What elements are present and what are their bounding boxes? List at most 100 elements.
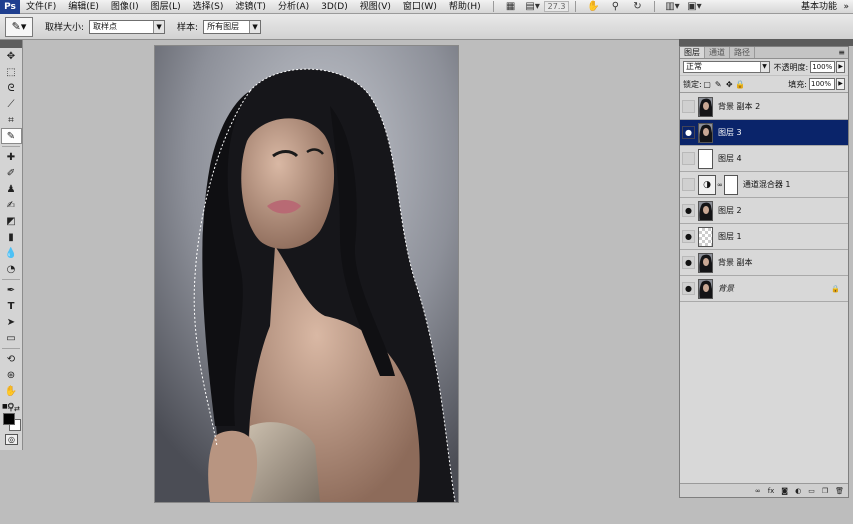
new-layer-icon[interactable]: ❐ xyxy=(822,487,828,495)
workspace-button[interactable]: 基本功能 xyxy=(801,0,837,14)
tab-channels[interactable]: 通道 xyxy=(705,47,730,58)
tool-separator xyxy=(2,146,20,147)
menu-select[interactable]: 选择(S) xyxy=(187,0,230,14)
eye-icon[interactable]: ● xyxy=(682,282,695,295)
eye-hidden-icon[interactable] xyxy=(682,100,695,113)
healing-tool-icon[interactable]: ✚ xyxy=(1,149,22,165)
document-canvas[interactable] xyxy=(155,46,458,502)
menu-help[interactable]: 帮助(H) xyxy=(443,0,487,14)
eye-icon[interactable]: ● xyxy=(682,230,695,243)
gradient-tool-icon[interactable]: ▮ xyxy=(1,229,22,245)
rotate-icon[interactable]: ↻ xyxy=(630,1,644,13)
lock-icon: 🔒 xyxy=(831,284,840,293)
layer-row[interactable]: ● 图层 2 xyxy=(680,198,848,224)
bridge-icon[interactable]: ▦ xyxy=(504,1,518,13)
type-tool-icon[interactable]: T xyxy=(1,298,22,314)
eyedropper-preset-icon[interactable]: ✎▾ xyxy=(5,16,33,37)
layer-row[interactable]: ● 图层 1 xyxy=(680,224,848,250)
delete-layer-icon[interactable]: 🗑 xyxy=(835,487,844,495)
layer-thumbnail xyxy=(698,278,713,299)
panel-menu-icon[interactable]: ≡ xyxy=(838,47,848,58)
layer-style-icon[interactable]: fx xyxy=(768,487,775,495)
menu-edit[interactable]: 编辑(E) xyxy=(62,0,105,14)
eye-icon[interactable]: ● xyxy=(682,126,695,139)
layer-row[interactable]: 图层 4 xyxy=(680,146,848,172)
menu-image[interactable]: 图像(I) xyxy=(105,0,145,14)
adjustment-layer-icon[interactable]: ◐ xyxy=(795,487,801,495)
workspace-chevron-icon[interactable]: » xyxy=(843,0,849,14)
menu-view[interactable]: 视图(V) xyxy=(354,0,397,14)
shape-tool-icon[interactable]: ▭ xyxy=(1,330,22,346)
eye-icon[interactable]: ● xyxy=(682,256,695,269)
marquee-tool-icon[interactable]: ⬚ xyxy=(1,64,22,80)
layer-row[interactable]: ● 背景 副本 xyxy=(680,250,848,276)
dodge-tool-icon[interactable]: ◔ xyxy=(1,261,22,277)
layer-mask-thumbnail[interactable] xyxy=(723,174,738,195)
mini-bridge-icon[interactable]: ▤▾ xyxy=(525,1,539,13)
history-brush-tool-icon[interactable]: ✍ xyxy=(1,197,22,213)
screen-mode-icon[interactable]: ▣▾ xyxy=(687,1,701,13)
zoom-icon[interactable]: ⚲ xyxy=(608,1,622,13)
add-mask-icon[interactable]: ◙ xyxy=(781,487,788,495)
zoom-level[interactable]: 27.3 xyxy=(543,1,570,12)
menu-filter[interactable]: 滤镜(T) xyxy=(229,0,272,14)
sample-size-label: 取样大小: xyxy=(45,23,85,33)
tab-layers[interactable]: 图层 xyxy=(680,47,705,58)
lock-pixels-icon[interactable]: ✎ xyxy=(713,80,724,89)
panel-collapse-bar[interactable] xyxy=(679,39,853,46)
layer-row[interactable]: ● 图层 3 xyxy=(680,120,848,146)
3d-rotate-tool-icon[interactable]: ⟲ xyxy=(1,351,22,367)
tab-paths[interactable]: 路径 xyxy=(730,47,755,58)
lasso-tool-icon[interactable]: ᘓ xyxy=(1,80,22,96)
stamp-tool-icon[interactable]: ♟ xyxy=(1,181,22,197)
opacity-label: 不透明度: xyxy=(773,62,809,72)
blur-tool-icon[interactable]: 💧 xyxy=(1,245,22,261)
tools-panel-grip[interactable] xyxy=(0,40,22,48)
3d-orbit-tool-icon[interactable]: ⊛ xyxy=(1,367,22,383)
channel-mixer-icon: ◑ xyxy=(698,174,716,195)
layer-row[interactable]: ● 背景 🔒 xyxy=(680,276,848,302)
menu-window[interactable]: 窗口(W) xyxy=(397,0,443,14)
lock-all-icon[interactable]: 🔒 xyxy=(735,80,746,89)
opacity-field[interactable]: 100% xyxy=(810,61,836,73)
layer-row[interactable]: 背景 副本 2 xyxy=(680,94,848,120)
hand-icon[interactable]: ✋ xyxy=(586,1,600,13)
blend-mode-select[interactable]: 正常 ▼ xyxy=(683,61,770,73)
layer-name: 图层 4 xyxy=(718,154,742,163)
path-select-tool-icon[interactable]: ➤ xyxy=(1,314,22,330)
hand-tool-icon[interactable]: ✋ xyxy=(1,383,22,399)
link-icon[interactable]: ∞ xyxy=(717,181,723,189)
menu-3d[interactable]: 3D(D) xyxy=(315,0,354,14)
chevron-down-icon: ▼ xyxy=(153,20,165,33)
crop-tool-icon[interactable]: ⌗ xyxy=(1,112,22,128)
eye-icon[interactable]: ● xyxy=(682,204,695,217)
fill-arrow-icon[interactable]: ▶ xyxy=(836,78,845,90)
eraser-tool-icon[interactable]: ◩ xyxy=(1,213,22,229)
sample-size-select[interactable]: 取样点 ▼ xyxy=(89,19,166,34)
swap-colors-icon[interactable]: ⇄ xyxy=(14,405,20,413)
pen-tool-icon[interactable]: ✒ xyxy=(1,282,22,298)
menu-layer[interactable]: 图层(L) xyxy=(145,0,187,14)
brush-tool-icon[interactable]: ✐ xyxy=(1,165,22,181)
link-layers-icon[interactable]: ∞ xyxy=(755,487,761,495)
layer-row[interactable]: ◑ ∞ 通道混合器 1 xyxy=(680,172,848,198)
foreground-color-swatch[interactable] xyxy=(3,413,15,425)
lock-transparent-icon[interactable]: ▢ xyxy=(702,80,713,89)
new-group-icon[interactable]: ▭ xyxy=(808,487,815,495)
opacity-arrow-icon[interactable]: ▶ xyxy=(836,61,845,73)
lock-row: 锁定: ▢ ✎ ✥ 🔒 填充: 100% ▶ xyxy=(680,76,848,93)
lock-position-icon[interactable]: ✥ xyxy=(724,80,735,89)
eyedropper-tool-icon[interactable]: ✎ xyxy=(0,128,22,144)
quick-mask-icon[interactable]: ◎ xyxy=(5,434,18,445)
default-colors-icon[interactable]: ■□ xyxy=(2,403,13,410)
menu-separator xyxy=(575,1,577,12)
eye-hidden-icon[interactable] xyxy=(682,152,695,165)
menu-file[interactable]: 文件(F) xyxy=(20,0,62,14)
sample-select[interactable]: 所有图层 ▼ xyxy=(203,19,262,34)
quick-select-tool-icon[interactable]: ⟋ xyxy=(1,96,22,112)
menu-analysis[interactable]: 分析(A) xyxy=(272,0,315,14)
fill-field[interactable]: 100% xyxy=(809,78,835,90)
arrange-icon[interactable]: ▥▾ xyxy=(665,1,679,13)
move-tool-icon[interactable]: ✥ xyxy=(1,48,22,64)
eye-hidden-icon[interactable] xyxy=(682,178,695,191)
